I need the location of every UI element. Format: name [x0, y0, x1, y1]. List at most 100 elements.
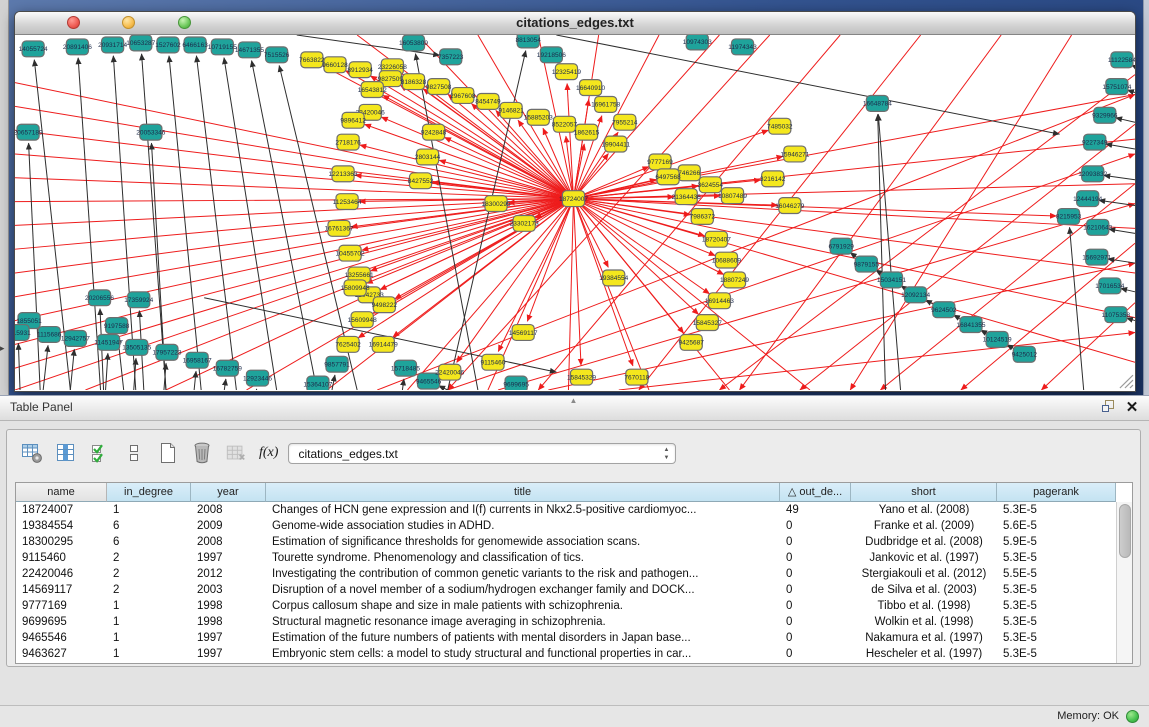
create-column-button[interactable] — [157, 441, 179, 465]
close-window-button[interactable] — [67, 16, 80, 29]
graph-node-label: 16046279 — [775, 203, 804, 210]
graph-node-label: 10719155 — [208, 44, 237, 51]
table-panel-body: f(x) citations_edges.txt ▲▼ namein_degre… — [6, 429, 1141, 667]
graph-node-label: 17359924 — [124, 297, 153, 304]
cell: 0 — [780, 614, 851, 630]
column-header-out_de[interactable]: △ out_de... — [780, 483, 851, 502]
column-header-pagerank[interactable]: pagerank — [997, 483, 1116, 502]
expand-panel-icon[interactable]: ▸ — [0, 344, 5, 353]
graph-node-label: 9857791 — [324, 362, 350, 369]
close-panel-icon[interactable]: ✕ — [1123, 399, 1141, 417]
table-row[interactable]: 2242004622012Investigating the contribut… — [16, 566, 1132, 582]
cell: 2 — [107, 550, 191, 566]
table-row[interactable]: 946554611997Estimation of the future num… — [16, 630, 1132, 646]
table-row[interactable]: 946362711997Embryonic stem cells: a mode… — [16, 646, 1132, 662]
graph-node-label: 6466163 — [182, 42, 208, 49]
graph-edges — [15, 35, 1135, 390]
select-visible-columns-button[interactable] — [89, 441, 111, 465]
cell: Structural magnetic resonance image aver… — [266, 614, 780, 630]
graph-node-label: 7485032 — [767, 124, 793, 131]
node-table: namein_degreeyeartitle△ out_de...shortpa… — [15, 482, 1133, 664]
cell: Jankovic et al. (1997) — [851, 550, 997, 566]
table-row[interactable]: 977716911998Corpus callosum shape and si… — [16, 598, 1132, 614]
float-panel-icon[interactable] — [1099, 399, 1117, 417]
graph-node-label: 21364436 — [672, 194, 701, 201]
table-row[interactable]: 1456911722003Disruption of a novel membe… — [16, 582, 1132, 598]
row-height-button[interactable] — [123, 441, 145, 465]
cell: Tibbo et al. (1998) — [851, 598, 997, 614]
graph-node-label: 9896412 — [340, 118, 366, 125]
graph-node-label: 20053346 — [136, 129, 165, 136]
column-header-title[interactable]: title — [266, 483, 780, 502]
cell: 0 — [780, 582, 851, 598]
table-row[interactable]: 1938455462009Genome-wide association stu… — [16, 518, 1132, 534]
graph-node-label: 9425687 — [679, 340, 705, 347]
graph-node-label: 18724007 — [559, 196, 588, 203]
graph-node-label: 1527602 — [155, 42, 181, 49]
graph-node-label: 9227349 — [1082, 139, 1108, 146]
cell: 1997 — [191, 630, 266, 646]
graph-node-label: 15751074 — [1102, 84, 1131, 91]
table-row[interactable]: 1830029562008Estimation of significance … — [16, 534, 1132, 550]
canvas-resize-grip[interactable] — [1120, 375, 1133, 388]
graph-node-label: 10688609 — [712, 257, 741, 264]
graph-node-label: 16543812 — [358, 87, 387, 94]
graph-node-label: 11253464 — [333, 199, 362, 206]
cell: 1998 — [191, 614, 266, 630]
graph-node-label: 15692971 — [1082, 254, 1111, 261]
graph-node-label: 15364107 — [303, 381, 332, 388]
network-canvas[interactable]: 1405572420891406209317141065328715276026… — [15, 35, 1135, 390]
column-header-year[interactable]: year — [191, 483, 266, 502]
graph-node-label: 9329966 — [1092, 113, 1118, 120]
table-row[interactable]: 969969511998Structural magnetic resonanc… — [16, 614, 1132, 630]
cell: 1 — [107, 646, 191, 662]
graph-node-label: 16841355 — [956, 322, 985, 329]
zoom-window-button[interactable] — [178, 16, 191, 29]
cell: 0 — [780, 646, 851, 662]
scrollbar-thumb[interactable] — [1119, 504, 1131, 558]
table-vertical-scrollbar[interactable] — [1116, 502, 1132, 663]
column-header-in_degree[interactable]: in_degree — [107, 483, 191, 502]
cell: Investigating the contribution of common… — [266, 566, 780, 582]
show-columns-button[interactable] — [55, 441, 77, 465]
graph-node-label: 14671355 — [235, 47, 264, 54]
column-header-short[interactable]: short — [851, 483, 997, 502]
graph-node-label: 12325419 — [552, 69, 581, 76]
graph-node-label: 9624502 — [931, 307, 957, 314]
table-select-dropdown[interactable]: citations_edges.txt ▲▼ — [288, 443, 676, 464]
column-header-name[interactable]: name — [16, 483, 107, 502]
cell: 5.3E-5 — [997, 614, 1116, 630]
delete-columns-button[interactable] — [191, 441, 213, 465]
network-graph-svg[interactable]: 1405572420891406209317141065328715276026… — [15, 35, 1135, 390]
table-row[interactable]: 911546021997Tourette syndrome. Phenomeno… — [16, 550, 1132, 566]
graph-node-label: 10124519 — [983, 337, 1012, 344]
graph-node-label: 9425012 — [1012, 352, 1038, 359]
graph-node-label: 7670118 — [624, 374, 649, 381]
memory-ok-indicator[interactable] — [1126, 710, 1139, 723]
graph-node-label: 15845329 — [567, 374, 596, 381]
graph-node-label: 19904411 — [601, 141, 630, 148]
table-mode-button[interactable] — [21, 441, 43, 465]
cell: Estimation of the future numbers of pati… — [266, 630, 780, 646]
cell: 9463627 — [16, 646, 107, 662]
function-builder-button[interactable]: f(x) — [259, 445, 278, 461]
cell: 2012 — [191, 566, 266, 582]
graph-node-label: 10807489 — [718, 193, 747, 200]
graph-node-label: 746266 — [678, 170, 700, 177]
graph-node-label: 9660128 — [322, 62, 348, 69]
network-window-titlebar[interactable]: citations_edges.txt — [15, 12, 1135, 35]
collapsed-control-panel[interactable]: ▸ — [0, 0, 9, 395]
graph-node-label: 15609948 — [348, 317, 377, 324]
cell: Yano et al. (2008) — [851, 502, 997, 518]
split-pane-handle[interactable]: ▲ — [570, 396, 578, 405]
graph-node-label: 7515526 — [264, 52, 290, 59]
minimize-window-button[interactable] — [122, 16, 135, 29]
graph-node-label: 9777169 — [647, 159, 673, 166]
table-row[interactable]: 1872400712008Changes of HCN gene express… — [16, 502, 1132, 518]
delete-table-button[interactable] — [225, 441, 247, 465]
cell: 6 — [107, 518, 191, 534]
graph-node-label: 2718176 — [335, 139, 361, 146]
cell: 22420046 — [16, 566, 107, 582]
cell: 0 — [780, 534, 851, 550]
graph-node-label: 17957223 — [152, 350, 181, 357]
